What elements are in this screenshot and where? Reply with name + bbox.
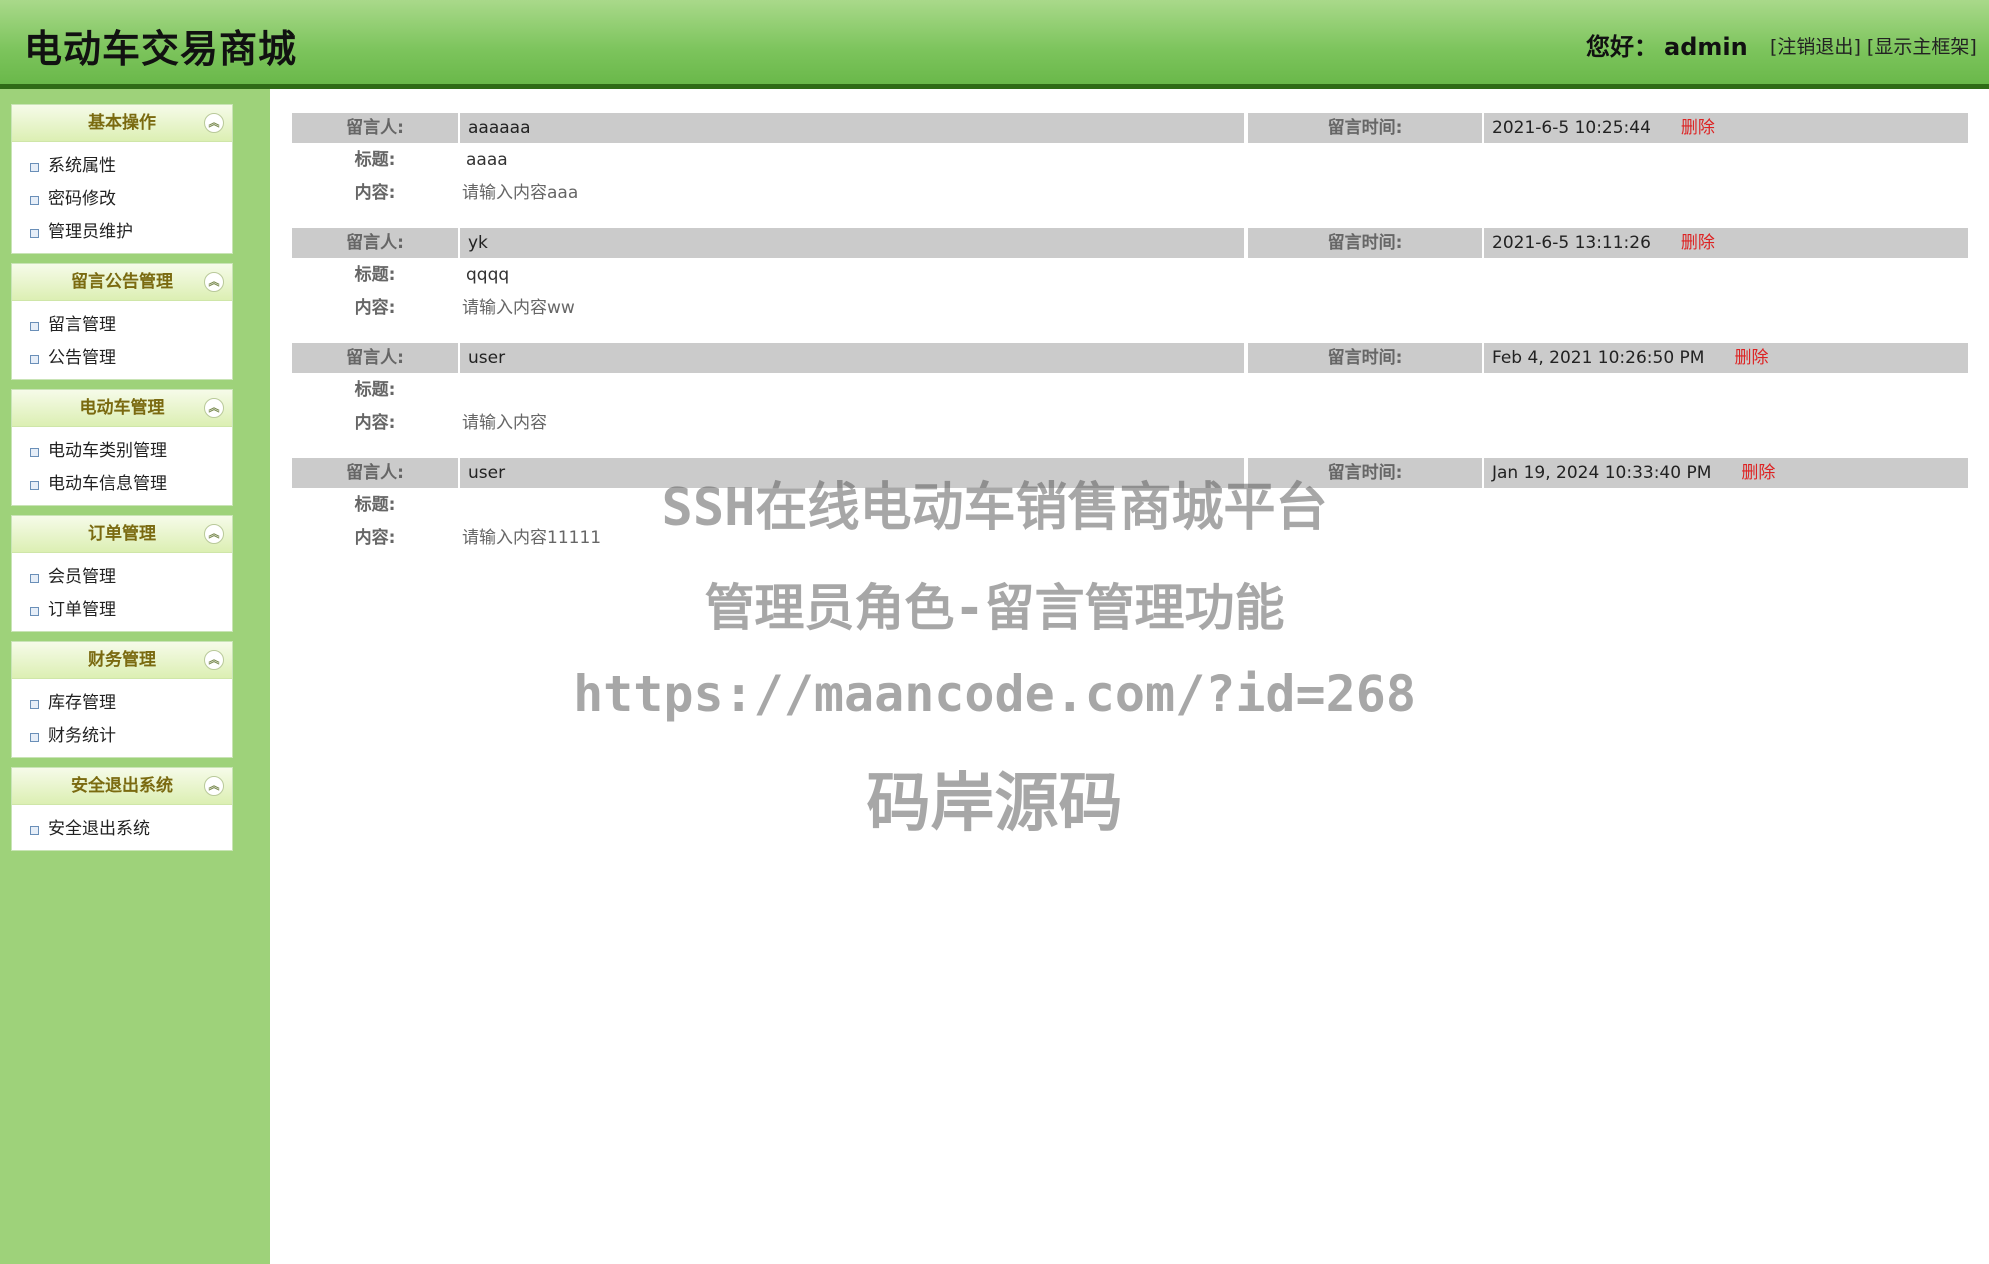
panel-message-notice: 留言公告管理 ︽ 留言管理 公告管理 [11, 263, 233, 380]
greeting: 您好： admin [1586, 27, 1748, 62]
content-row: 内容: 请输入内容 [292, 408, 1968, 438]
collapse-icon[interactable]: ︽ [204, 113, 224, 133]
bullet-icon [30, 355, 39, 364]
panel-header[interactable]: 电动车管理 ︽ [12, 390, 232, 427]
author-value: aaaaaa [460, 113, 1244, 143]
show-main-frame-link[interactable]: 显示主框架 [1874, 36, 1969, 58]
bullet-icon [30, 733, 39, 742]
subject-value: aaaa [466, 150, 508, 170]
content-row: 内容: 请输入内容ww [292, 293, 1968, 323]
watermark-line-4: 码岸源码 [866, 767, 1123, 841]
time-value: Feb 4, 2021 10:26:50 PM [1492, 348, 1705, 368]
content-value: 请输入内容aaa [462, 183, 579, 203]
time-cell: 2021-6-5 13:11:26 删除 [1484, 228, 1968, 258]
sidebar-item-system-properties[interactable]: 系统属性 [12, 150, 232, 183]
subject-row: 标题: aaaa [292, 145, 1968, 175]
time-cell: 2021-6-5 10:25:44 删除 [1484, 113, 1968, 143]
time-value: 2021-6-5 10:25:44 [1492, 118, 1651, 138]
author-value: yk [460, 228, 1244, 258]
panel-title: 电动车管理 [79, 398, 165, 418]
time-label: 留言时间: [1248, 343, 1482, 373]
content-value: 请输入内容 [462, 413, 547, 433]
app-title: 电动车交易商城 [24, 27, 298, 71]
sidebar-item-message-management[interactable]: 留言管理 [12, 309, 232, 342]
time-value: 2021-6-5 13:11:26 [1492, 233, 1651, 253]
panel-title: 基本操作 [88, 113, 156, 133]
author-label: 留言人: [292, 228, 458, 258]
subject-row: 标题: [292, 375, 1968, 405]
bullet-icon [30, 163, 39, 172]
author-label: 留言人: [292, 343, 458, 373]
bullet-icon [30, 448, 39, 457]
delete-link[interactable]: 删除 [1681, 118, 1715, 138]
author-value: user [460, 343, 1244, 373]
subject-value: qqqq [466, 265, 510, 285]
watermark-line-3: https://maancode.com/?id=268 [573, 665, 1416, 723]
bullet-icon [30, 322, 39, 331]
time-label: 留言时间: [1248, 228, 1482, 258]
time-cell: Feb 4, 2021 10:26:50 PM 删除 [1484, 343, 1968, 373]
message-header-row: 留言人: aaaaaa 留言时间: 2021-6-5 10:25:44 删除 [292, 113, 1968, 143]
panel-header[interactable]: 基本操作 ︽ [12, 105, 232, 142]
sidebar-item-change-password[interactable]: 密码修改 [12, 183, 232, 216]
message-header-row: 留言人: user 留言时间: Feb 4, 2021 10:26:50 PM 删… [292, 343, 1968, 373]
message-header-row: 留言人: yk 留言时间: 2021-6-5 13:11:26 删除 [292, 228, 1968, 258]
subject-label: 标题: [354, 265, 396, 285]
watermark-line-2: 管理员角色-留言管理功能 [704, 579, 1285, 637]
sidebar-item-notice-management[interactable]: 公告管理 [12, 342, 232, 375]
time-label: 留言时间: [1248, 113, 1482, 143]
bullet-icon [30, 196, 39, 205]
sidebar-item-admin-maintenance[interactable]: 管理员维护 [12, 216, 232, 249]
collapse-icon[interactable]: ︽ [204, 272, 224, 292]
bullet-icon [30, 229, 39, 238]
content-value: 请输入内容ww [462, 298, 575, 318]
delete-link[interactable]: 删除 [1681, 233, 1715, 253]
greeting-label: 您好： [1586, 33, 1658, 61]
author-label: 留言人: [292, 113, 458, 143]
subject-row: 标题: qqqq [292, 260, 1968, 290]
content-row: 内容: 请输入内容aaa [292, 178, 1968, 208]
content-label: 内容: [354, 183, 396, 203]
top-header: 电动车交易商城 您好： admin [注销退出] [显示主框架] [0, 0, 1989, 89]
panel-title: 留言公告管理 [71, 272, 173, 292]
top-links: [注销退出] [显示主框架] [1770, 36, 1977, 58]
logout-link[interactable]: 注销退出 [1777, 36, 1853, 58]
watermark-line-1: SSH在线电动车销售商城平台 [661, 478, 1328, 538]
panel-header[interactable]: 留言公告管理 ︽ [12, 264, 232, 301]
sidebar-item-finance-stats[interactable]: 财务统计 [12, 720, 232, 753]
subject-label: 标题: [354, 150, 396, 170]
sidebar-item-ebike-category[interactable]: 电动车类别管理 [12, 435, 232, 468]
content-label: 内容: [354, 413, 396, 433]
username: admin [1664, 33, 1748, 61]
content-label: 内容: [354, 298, 396, 318]
subject-label: 标题: [354, 380, 396, 400]
panel-basic-operations: 基本操作 ︽ 系统属性 密码修改 管理员维护 [11, 104, 233, 254]
collapse-icon[interactable]: ︽ [204, 398, 224, 418]
delete-link[interactable]: 删除 [1734, 348, 1768, 368]
